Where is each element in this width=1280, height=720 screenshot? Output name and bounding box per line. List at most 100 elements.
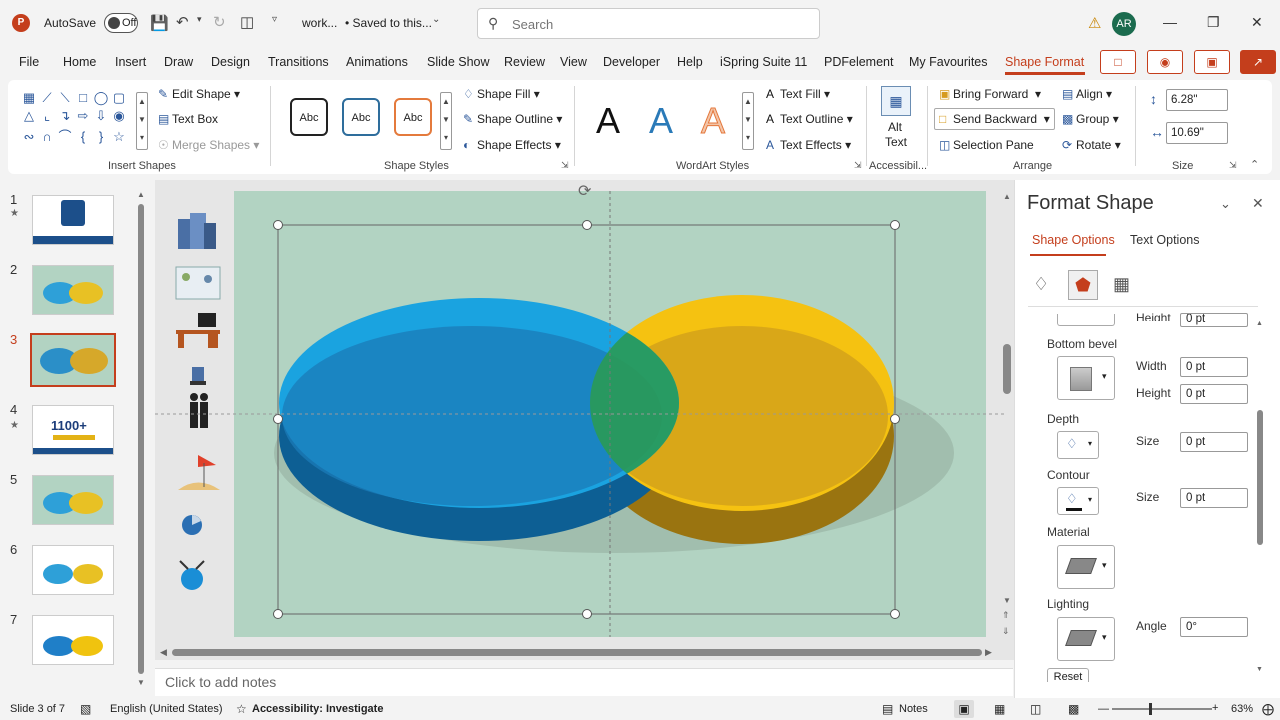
notes-button[interactable]: Notes xyxy=(899,703,928,715)
wordart-scroll[interactable]: ▲ ▼ ▾ xyxy=(742,92,754,150)
tab-insert[interactable]: Insert xyxy=(115,55,146,69)
comments-button[interactable]: □ xyxy=(1100,50,1136,74)
send-backward-button[interactable]: □ Send Backward ▾ xyxy=(939,112,1050,126)
slide-horizontal-scrollbar[interactable]: ◀ ▶ xyxy=(160,646,994,660)
tab-file[interactable]: File xyxy=(19,55,39,69)
bottom-bevel-dropdown[interactable]: ▾ xyxy=(1057,356,1115,400)
top-bevel-height-input[interactable]: 0 pt xyxy=(1180,313,1248,327)
brace-shape-icon[interactable]: { xyxy=(74,129,92,147)
tab-help[interactable]: Help xyxy=(677,55,703,69)
bottom-bevel-width-input[interactable]: 0 pt xyxy=(1180,357,1248,377)
slide-thumbnail-3[interactable] xyxy=(30,333,116,387)
normal-view-icon[interactable]: ▣ xyxy=(954,700,974,718)
reading-view-icon[interactable]: ◫ xyxy=(1030,702,1041,716)
slide-thumbnail-1[interactable] xyxy=(32,195,114,245)
thumbnail-scrollbar[interactable]: ▲ ▼ xyxy=(137,190,145,688)
resize-handle[interactable] xyxy=(890,609,900,619)
collapse-ribbon-icon[interactable]: ⌃ xyxy=(1250,158,1259,171)
customize-toolbar-icon[interactable]: ▿ xyxy=(272,14,277,25)
tab-design[interactable]: Design xyxy=(211,55,250,69)
brace-shape-icon[interactable]: } xyxy=(92,129,110,147)
tab-slide-show[interactable]: Slide Show xyxy=(427,55,490,69)
alt-text-icon[interactable]: ▦ xyxy=(881,86,911,116)
rotate-handle-icon[interactable]: ⟳ xyxy=(578,181,591,201)
tab-home[interactable]: Home xyxy=(63,55,96,69)
resize-handle[interactable] xyxy=(582,220,592,230)
redo-icon[interactable]: ↻ xyxy=(213,13,226,31)
textbox-shape-icon[interactable]: ▦ xyxy=(20,90,38,108)
format-pane-scrollbar[interactable]: ▲ ▼ xyxy=(1256,320,1265,680)
contour-size-input[interactable]: 0 pt xyxy=(1180,488,1248,508)
zoom-level[interactable]: 63% xyxy=(1231,703,1253,715)
rectangle-shape-icon[interactable]: □ xyxy=(74,90,92,108)
accessibility-status[interactable]: Accessibility: Investigate xyxy=(252,703,383,715)
shapes-gallery[interactable]: ▦ ⟋ ⟍ □ ◯ ▢ △ ⌞ ↴ ⇨ ⇩ ◉ ∾ ∩ ⌒{} ☆ xyxy=(20,90,148,152)
shape-outline-button[interactable]: ✎ Shape Outline ▾ xyxy=(463,112,562,126)
save-icon[interactable]: 💾 xyxy=(150,14,169,32)
slide-thumbnail-2[interactable] xyxy=(32,265,114,315)
zoom-slider[interactable] xyxy=(1112,708,1212,710)
line-shape-icon[interactable]: ⟍ xyxy=(56,90,74,108)
undo-icon[interactable]: ↶ xyxy=(176,13,189,31)
group-button[interactable]: ▩ Group ▾ xyxy=(1062,112,1119,126)
resize-handle[interactable] xyxy=(582,609,592,619)
fit-slide-icon[interactable]: ⨁ xyxy=(1262,702,1274,716)
tab-review[interactable]: Review xyxy=(504,55,545,69)
notes-area[interactable]: Click to add notes xyxy=(155,668,1013,696)
tab-shape-format[interactable]: Shape Format xyxy=(1005,55,1084,69)
slide-thumbnail-7[interactable] xyxy=(32,615,114,665)
tab-developer[interactable]: Developer xyxy=(603,55,660,69)
avatar[interactable]: AR xyxy=(1112,12,1136,36)
undo-dropdown-icon[interactable]: ▾ xyxy=(197,14,202,25)
resize-handle[interactable] xyxy=(273,414,283,424)
merge-shapes-button[interactable]: ☉ Merge Shapes ▾ xyxy=(158,138,259,152)
slide-thumbnail-5[interactable] xyxy=(32,475,114,525)
lighting-angle-input[interactable]: 0° xyxy=(1180,617,1248,637)
zoom-in-icon[interactable]: + xyxy=(1212,702,1218,714)
reset-button[interactable]: Reset xyxy=(1047,668,1089,682)
line-shape-icon[interactable]: ⟋ xyxy=(38,90,56,108)
dialog-launcher-icon[interactable]: ⇲ xyxy=(854,160,862,171)
oval-shape-icon[interactable]: ◯ xyxy=(92,90,110,108)
record-button[interactable]: ◉ xyxy=(1147,50,1183,74)
fill-line-icon[interactable]: ♢ xyxy=(1033,274,1049,295)
tab-draw[interactable]: Draw xyxy=(164,55,193,69)
selection-pane-button[interactable]: ◫ Selection Pane xyxy=(939,138,1034,152)
tab-ispring[interactable]: iSpring Suite 11 xyxy=(720,55,807,69)
tab-animations[interactable]: Animations xyxy=(346,55,408,69)
rounded-rect-shape-icon[interactable]: ▢ xyxy=(110,90,128,108)
shape-effects-button[interactable]: ◐ Shape Effects ▾ xyxy=(463,138,561,152)
search-input[interactable] xyxy=(512,14,802,34)
lighting-dropdown[interactable]: ▾ xyxy=(1057,617,1115,661)
slide-thumbnail-4[interactable]: 1100+ xyxy=(32,405,114,455)
shape-styles-scroll[interactable]: ▲ ▼ ▾ xyxy=(440,92,452,150)
resize-handle[interactable] xyxy=(273,609,283,619)
connector-shape-icon[interactable]: ↴ xyxy=(56,108,74,126)
size-properties-icon[interactable]: ▦ xyxy=(1113,274,1130,295)
shape-height-input[interactable]: 6.28" xyxy=(1166,89,1228,111)
connector-shape-icon[interactable]: ⌞ xyxy=(38,108,56,126)
warning-icon[interactable]: ⚠ xyxy=(1088,14,1101,32)
spellcheck-icon[interactable]: ▧ xyxy=(80,702,91,716)
arrow-down-shape-icon[interactable]: ⇩ xyxy=(92,108,110,126)
tab-view[interactable]: View xyxy=(560,55,587,69)
dialog-launcher-icon[interactable]: ⇲ xyxy=(561,160,569,171)
close-window-icon[interactable]: ✕ xyxy=(1251,14,1263,31)
resize-handle[interactable] xyxy=(890,414,900,424)
text-fill-button[interactable]: A Text Fill ▾ xyxy=(766,87,830,101)
zoom-slider-thumb[interactable] xyxy=(1149,703,1152,715)
depth-size-input[interactable]: 0 pt xyxy=(1180,432,1248,452)
text-box-button[interactable]: ▤ Text Box xyxy=(158,112,218,126)
share-button[interactable]: ↗ xyxy=(1240,50,1276,74)
depth-color-dropdown[interactable]: ♢ ▾ xyxy=(1057,431,1099,459)
slideshow-view-icon[interactable]: ▩ xyxy=(1068,702,1079,716)
star-shape-icon[interactable]: ☆ xyxy=(110,129,128,147)
bring-forward-button[interactable]: ▣ Bring Forward ▾ xyxy=(939,87,1041,101)
shape-fill-button[interactable]: ♢ Shape Fill ▾ xyxy=(463,87,540,101)
minimize-icon[interactable]: — xyxy=(1163,14,1177,30)
arrow-right-shape-icon[interactable]: ⇨ xyxy=(74,108,92,126)
rotate-button[interactable]: ⟳ Rotate ▾ xyxy=(1062,138,1121,152)
tab-transitions[interactable]: Transitions xyxy=(268,55,329,69)
present-icon[interactable]: ◫ xyxy=(240,13,254,31)
wordart-style-blue[interactable]: A xyxy=(649,100,673,142)
